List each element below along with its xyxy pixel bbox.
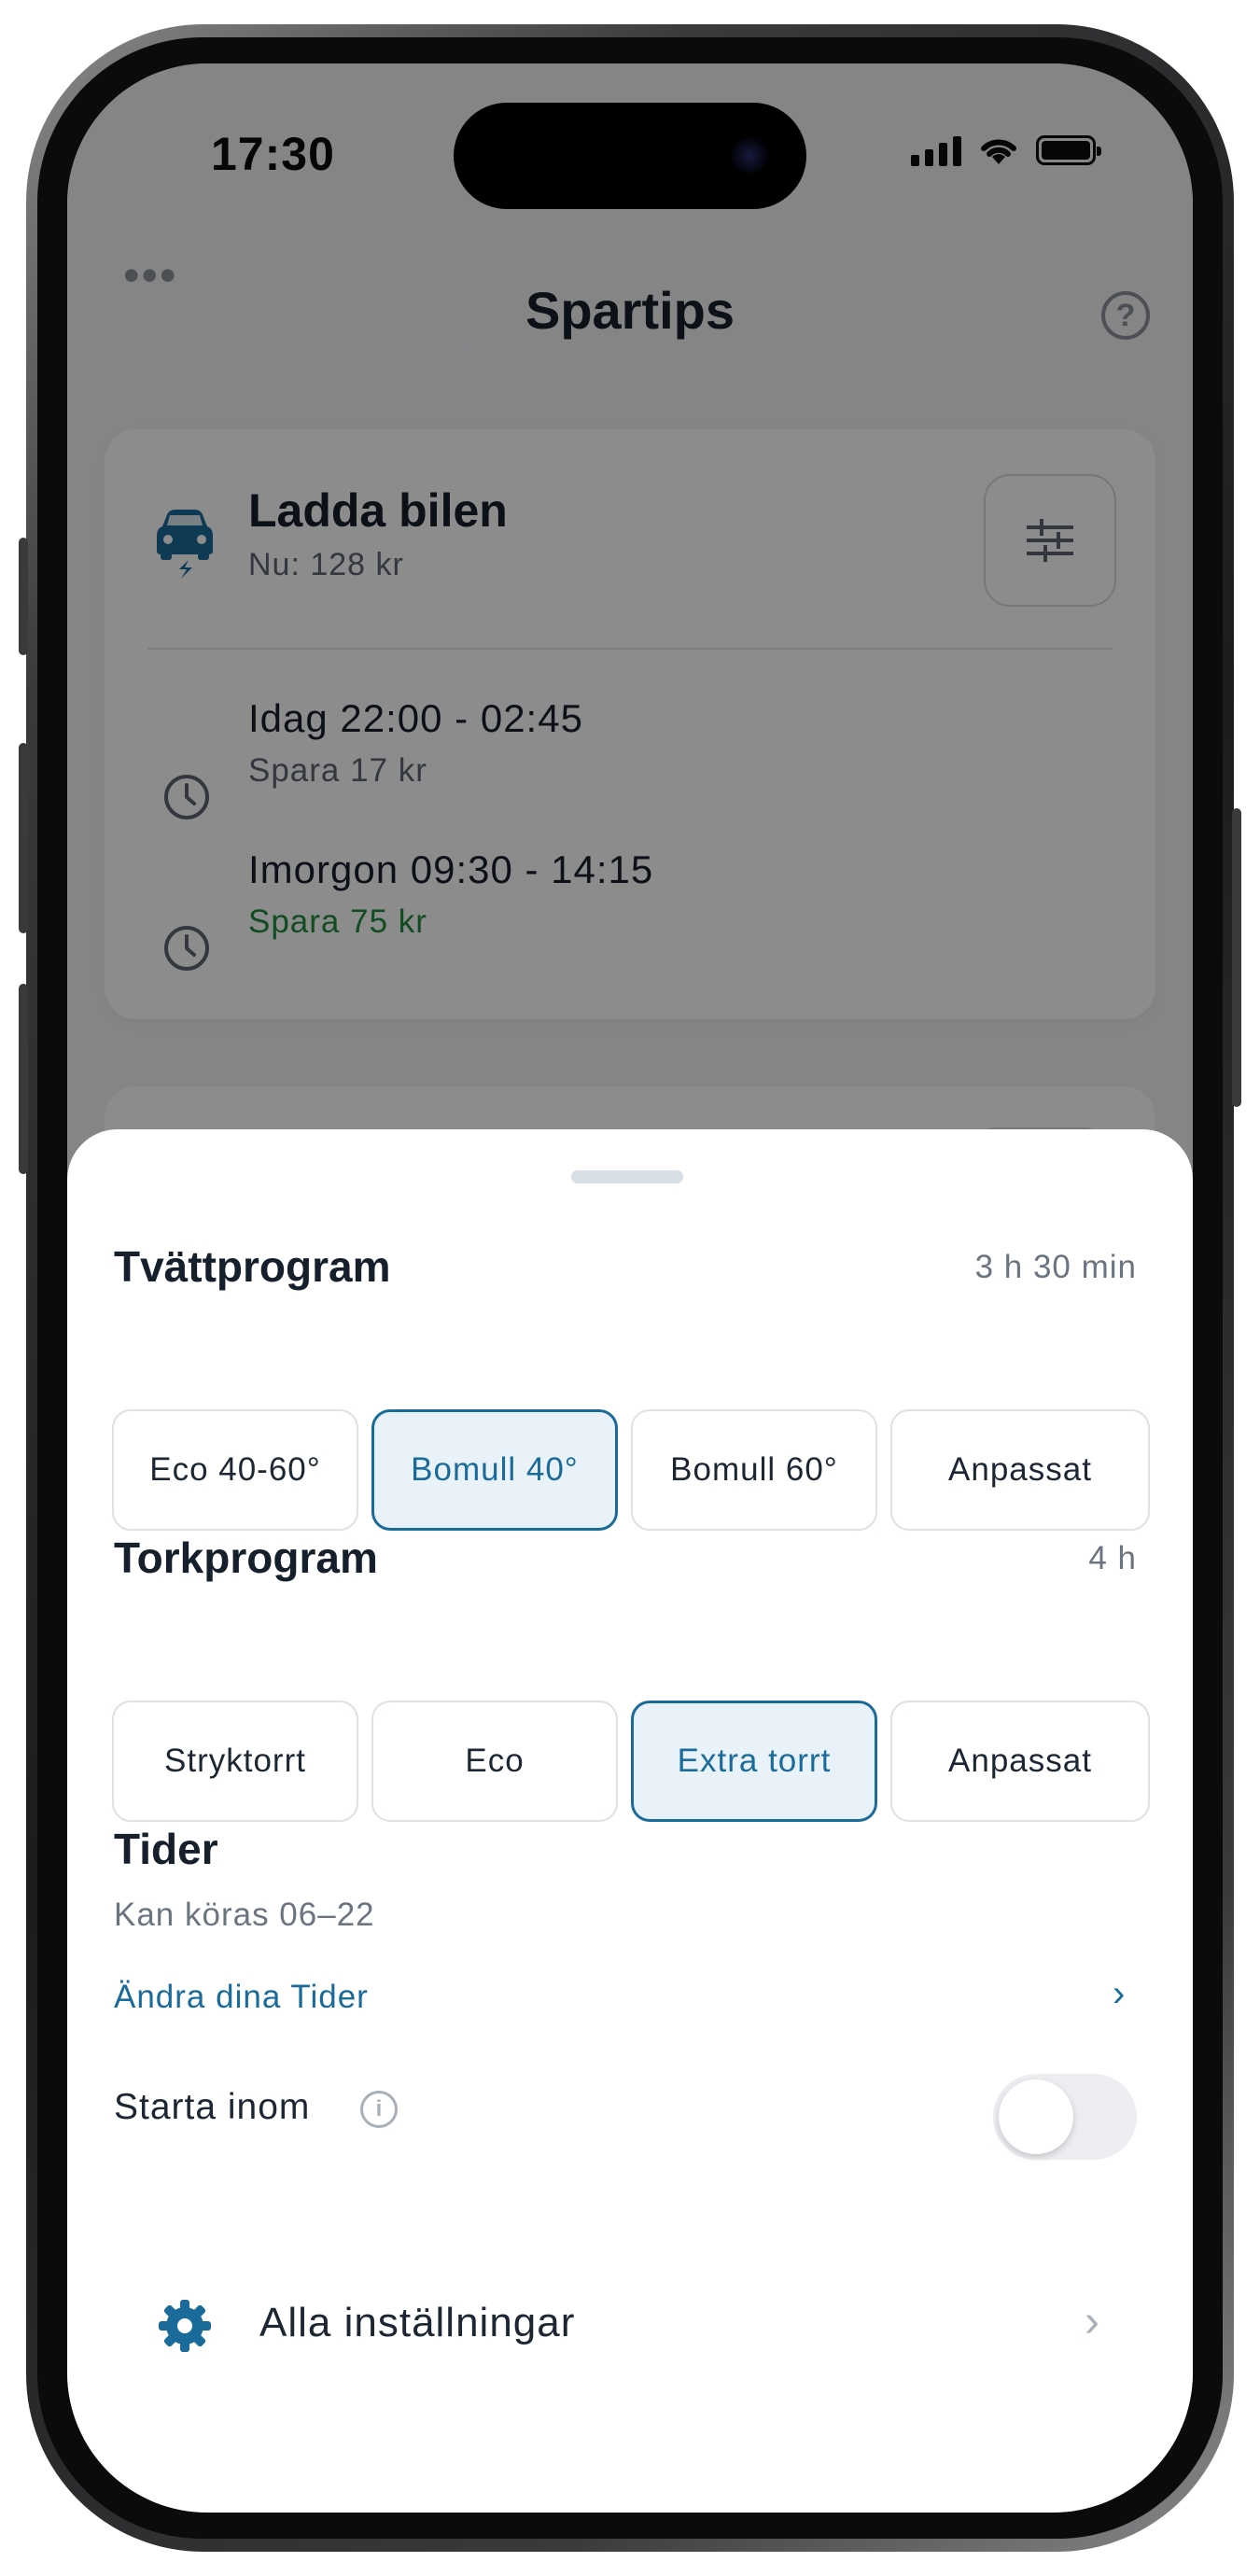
wash-option-custom[interactable]: Anpassat	[890, 1409, 1150, 1531]
dry-option-iron-dry[interactable]: Stryktorrt	[112, 1701, 358, 1822]
edit-times-link[interactable]: Ändra dina Tider	[114, 1979, 369, 2016]
phone-screen: 17:30 ••• Spartips ? Ladda bilen Nu: 128…	[67, 63, 1193, 2513]
all-settings-button[interactable]: Alla inställningar	[259, 2300, 575, 2346]
wash-program-title: Tvättprogram	[114, 1242, 391, 1291]
toggle-knob	[999, 2079, 1073, 2154]
start-within-label: Starta inom	[114, 2087, 311, 2127]
wash-program-options: Eco 40-60° Bomull 40° Bomull 60° Anpassa…	[112, 1409, 1150, 1531]
sheet-drag-handle[interactable]	[571, 1170, 683, 1183]
gear-icon	[159, 2300, 211, 2352]
wash-duration: 3 h 30 min	[974, 1249, 1137, 1285]
action-button	[19, 538, 28, 655]
info-icon[interactable]: i	[360, 2091, 398, 2128]
bottom-sheet: Tvättprogram 3 h 30 min Eco 40-60° Bomul…	[67, 1129, 1193, 2513]
start-within-toggle[interactable]	[993, 2074, 1137, 2160]
wash-option-eco[interactable]: Eco 40-60°	[112, 1409, 358, 1531]
chevron-right-icon[interactable]: ›	[1113, 1973, 1125, 2015]
dry-duration: 4 h	[1088, 1540, 1137, 1576]
dry-program-title: Torkprogram	[114, 1533, 378, 1582]
times-subtitle: Kan köras 06–22	[114, 1897, 375, 1933]
volume-down-button	[19, 984, 28, 1174]
chevron-right-icon[interactable]: ›	[1085, 2296, 1099, 2347]
times-title: Tider	[114, 1825, 218, 1873]
wash-option-cotton-40[interactable]: Bomull 40°	[371, 1409, 618, 1531]
dry-option-custom[interactable]: Anpassat	[890, 1701, 1150, 1822]
dry-program-options: Stryktorrt Eco Extra torrt Anpassat	[112, 1701, 1150, 1822]
power-button	[1232, 808, 1241, 1107]
dry-option-eco[interactable]: Eco	[371, 1701, 618, 1822]
dry-option-extra-dry[interactable]: Extra torrt	[631, 1701, 877, 1822]
wash-option-cotton-60[interactable]: Bomull 60°	[631, 1409, 877, 1531]
volume-up-button	[19, 743, 28, 933]
